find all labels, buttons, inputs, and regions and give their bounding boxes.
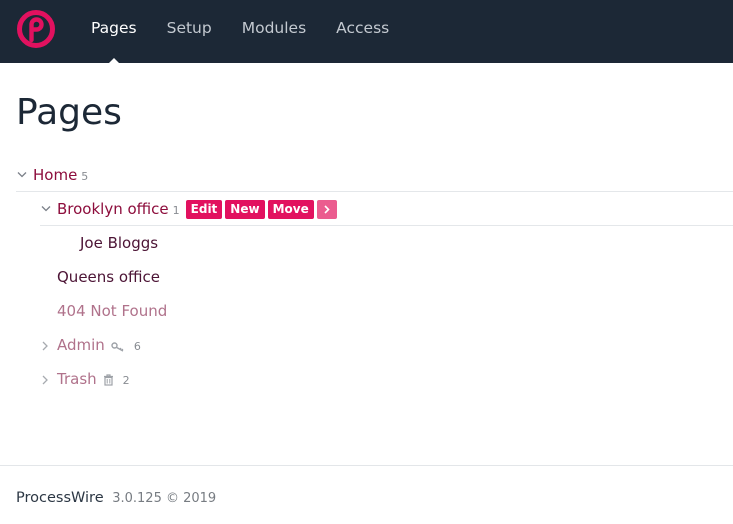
chevron-right-icon bbox=[324, 204, 330, 214]
move-button[interactable]: Move bbox=[267, 199, 314, 219]
more-actions-button[interactable] bbox=[316, 199, 337, 219]
trash-icon bbox=[103, 371, 114, 390]
top-navigation-bar: Pages Setup Modules Access bbox=[0, 0, 733, 64]
nav-setup[interactable]: Setup bbox=[152, 0, 227, 63]
tree-item-joe-bloggs[interactable]: Joe Bloggs bbox=[80, 234, 158, 252]
nav-modules[interactable]: Modules bbox=[227, 0, 321, 63]
chevron-down-icon[interactable] bbox=[16, 167, 33, 183]
new-button[interactable]: New bbox=[225, 199, 265, 219]
child-count: 2 bbox=[122, 373, 130, 387]
tree-row-joe-bloggs: Joe Bloggs bbox=[16, 226, 733, 260]
footer: ProcessWire 3.0.125 © 2019 bbox=[0, 465, 733, 524]
child-count: 6 bbox=[133, 339, 141, 353]
tree-item-admin[interactable]: Admin bbox=[57, 336, 105, 354]
tree-row-queens: Queens office bbox=[16, 260, 733, 294]
child-count: 5 bbox=[81, 169, 89, 183]
tree-row-trash: Trash 2 bbox=[16, 362, 733, 396]
tree-item-404-not-found[interactable]: 404 Not Found bbox=[57, 302, 167, 320]
footer-version: 3.0.125 © 2019 bbox=[112, 491, 217, 506]
tree-item-brooklyn-office[interactable]: Brooklyn office bbox=[57, 200, 169, 218]
key-icon bbox=[111, 337, 125, 356]
nav-access[interactable]: Access bbox=[321, 0, 404, 63]
footer-credit: ProcessWire 3.0.125 © 2019 bbox=[16, 490, 216, 506]
tree-row-admin: Admin 6 bbox=[16, 328, 733, 362]
tree-row-404: 404 Not Found bbox=[16, 294, 733, 328]
edit-button[interactable]: Edit bbox=[185, 199, 223, 219]
main-nav: Pages Setup Modules Access bbox=[76, 0, 404, 64]
chevron-right-icon[interactable] bbox=[40, 371, 57, 387]
page-tree: Home 5 Brooklyn office 1 Edit New Move J… bbox=[16, 158, 733, 396]
tree-item-trash[interactable]: Trash bbox=[57, 370, 97, 388]
tree-row-home: Home 5 bbox=[16, 158, 733, 192]
chevron-down-icon[interactable] bbox=[40, 201, 57, 217]
page-title: Pages bbox=[16, 92, 122, 133]
tree-item-home[interactable]: Home bbox=[33, 166, 77, 184]
nav-pages[interactable]: Pages bbox=[76, 0, 152, 64]
footer-brand-name[interactable]: ProcessWire bbox=[16, 490, 104, 506]
chevron-right-icon[interactable] bbox=[40, 337, 57, 353]
page-actions: Edit New Move bbox=[185, 199, 340, 219]
processwire-logo-icon[interactable] bbox=[16, 9, 56, 49]
tree-item-queens-office[interactable]: Queens office bbox=[57, 268, 160, 286]
child-count: 1 bbox=[172, 203, 180, 217]
tree-row-brooklyn: Brooklyn office 1 Edit New Move bbox=[16, 192, 733, 226]
